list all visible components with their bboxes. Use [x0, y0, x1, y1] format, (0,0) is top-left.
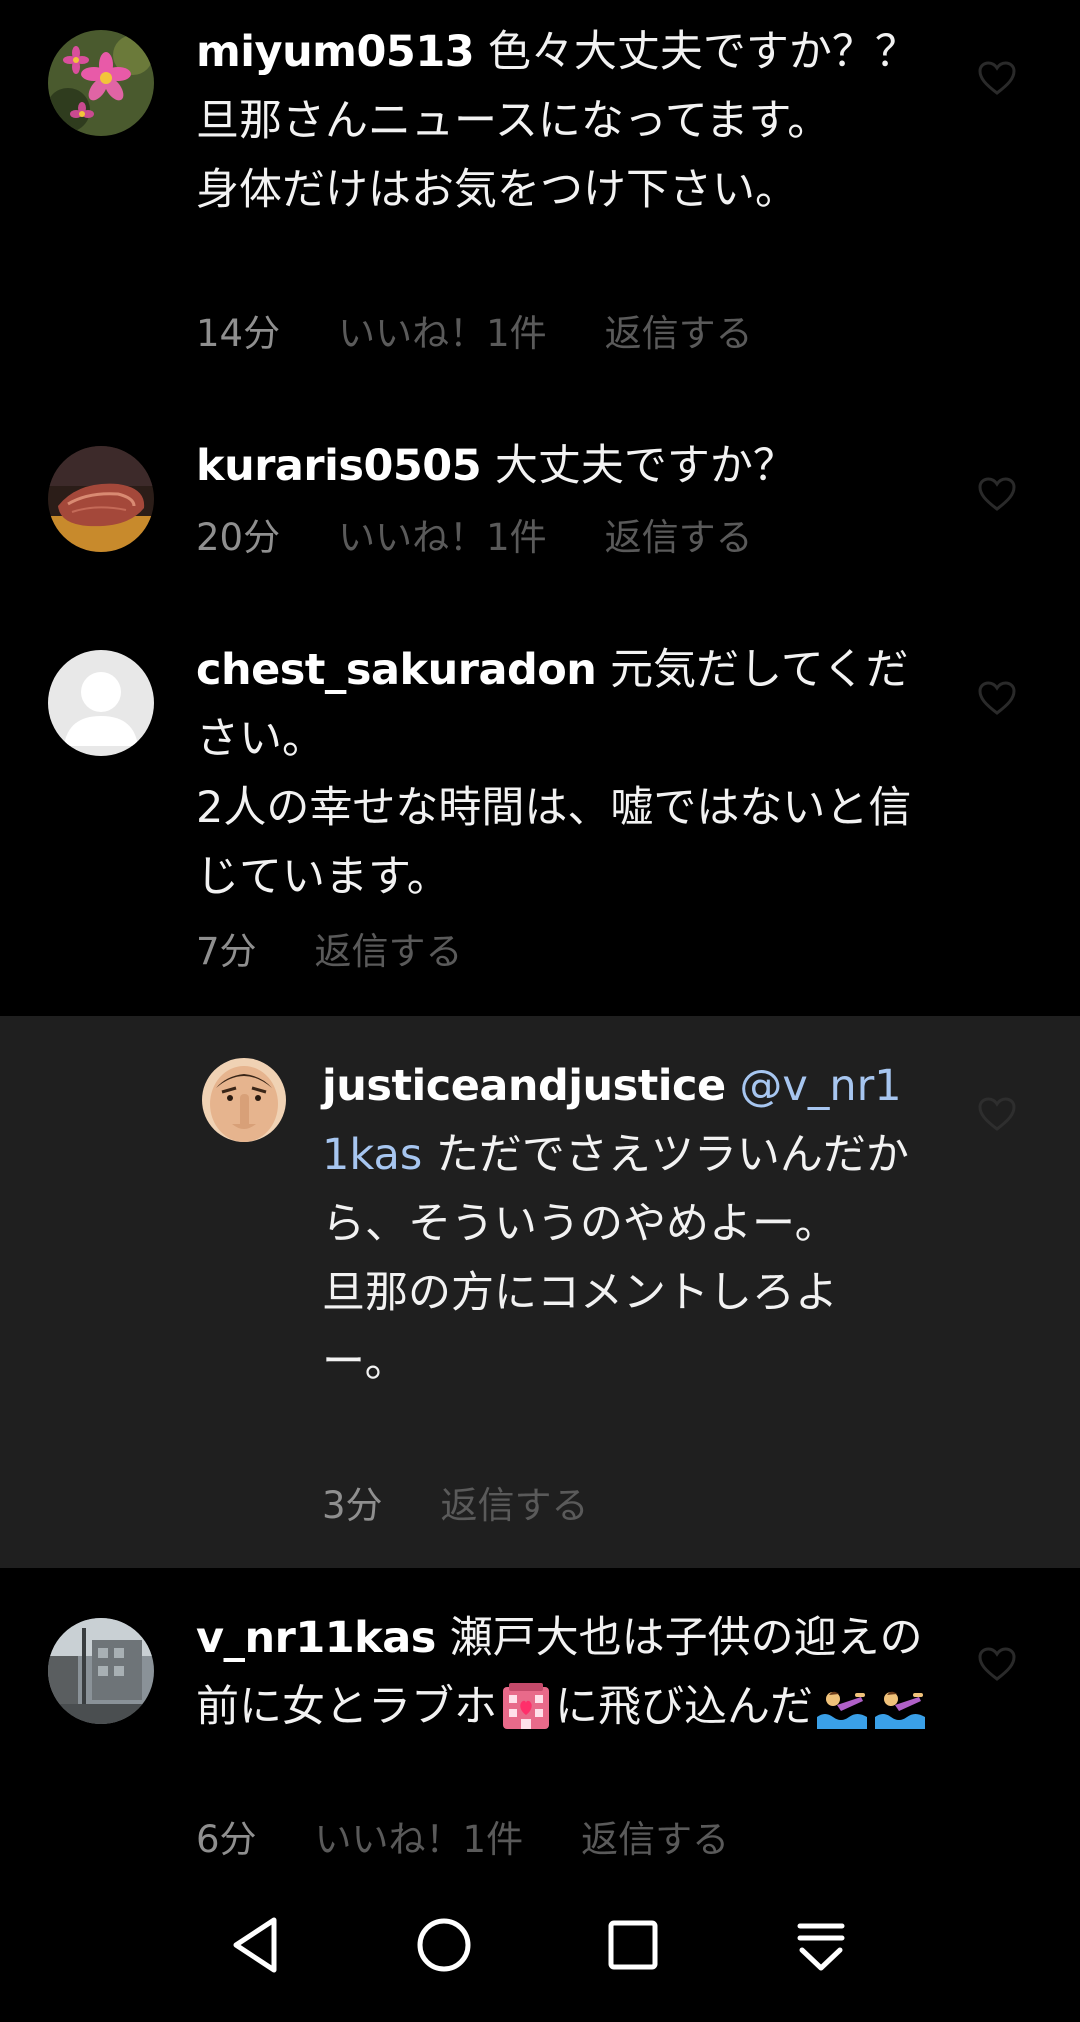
- comment-text: chest_sakuradon 元気だしてください。 2人の幸せな時間は、嘘では…: [196, 636, 936, 912]
- navigation-bar: [0, 1880, 1080, 2022]
- back-triangle-icon[interactable]: [222, 1910, 292, 1980]
- heart-icon[interactable]: [977, 1096, 1017, 1132]
- timestamp: 14分: [196, 312, 281, 355]
- username[interactable]: kuraris0505: [196, 441, 482, 491]
- reply-button[interactable]: 返信する: [605, 312, 753, 355]
- steak-avatar[interactable]: [48, 446, 154, 552]
- comment-meta: 7分 返信する: [196, 930, 521, 974]
- comment-text: miyum0513 色々大丈夫ですか？？ 旦那さんニュースになってます。 身体だ…: [196, 18, 936, 225]
- heart-icon[interactable]: [977, 1646, 1017, 1682]
- username[interactable]: chest_sakuradon: [196, 645, 597, 695]
- heart-icon[interactable]: [977, 60, 1017, 96]
- recents-square-icon[interactable]: [598, 1910, 668, 1980]
- timestamp: 7分: [196, 930, 257, 973]
- home-circle-icon[interactable]: [409, 1910, 479, 1980]
- reply-button[interactable]: 返信する: [605, 516, 753, 559]
- swimmer-icon: [873, 1679, 927, 1731]
- comment-body: 大丈夫ですか？: [481, 441, 796, 491]
- comment-meta: 6分 いいね！1件 返信する: [196, 1818, 787, 1862]
- comment-text: kuraris0505 大丈夫ですか？: [196, 432, 936, 501]
- likes-count[interactable]: いいね！1件: [338, 516, 547, 559]
- comment-meta: 14分 いいね！1件 返信する: [196, 312, 811, 356]
- swimmer-icon: [815, 1679, 869, 1731]
- username[interactable]: miyum0513: [196, 27, 475, 77]
- notification-pulldown-icon[interactable]: [786, 1910, 856, 1980]
- timestamp: 6分: [196, 1818, 257, 1861]
- likes-count[interactable]: いいね！1件: [315, 1818, 524, 1861]
- reply-button[interactable]: 返信する: [315, 930, 463, 973]
- love-hotel-icon: [499, 1679, 553, 1731]
- heart-icon[interactable]: [977, 680, 1017, 716]
- timestamp: 20分: [196, 516, 281, 559]
- timestamp: 3分: [322, 1484, 383, 1527]
- likes-count[interactable]: いいね！1件: [338, 312, 547, 355]
- street-photo-avatar[interactable]: [48, 1618, 154, 1724]
- username[interactable]: v_nr11kas: [196, 1613, 436, 1663]
- comment-body-after: に飛び込んだ: [555, 1682, 813, 1732]
- shushing-face-avatar[interactable]: [202, 1058, 286, 1142]
- comment-text: v_nr11kas 瀬戸大也は子供の迎えの前に女とラブホ に飛び込んだ: [196, 1604, 936, 1742]
- cosmos-flower-avatar[interactable]: [48, 30, 154, 136]
- comment-text: justiceandjustice @v_nr11kas ただでさえツラいんだか…: [322, 1052, 922, 1397]
- default-person-avatar[interactable]: [48, 650, 154, 756]
- reply-button[interactable]: 返信する: [581, 1818, 729, 1861]
- comment-meta: 20分 いいね！1件 返信する: [196, 516, 811, 560]
- reply-button[interactable]: 返信する: [441, 1484, 589, 1527]
- username[interactable]: justiceandjustice: [322, 1061, 726, 1111]
- heart-icon[interactable]: [977, 476, 1017, 512]
- comment-meta: 3分 返信する: [322, 1484, 647, 1528]
